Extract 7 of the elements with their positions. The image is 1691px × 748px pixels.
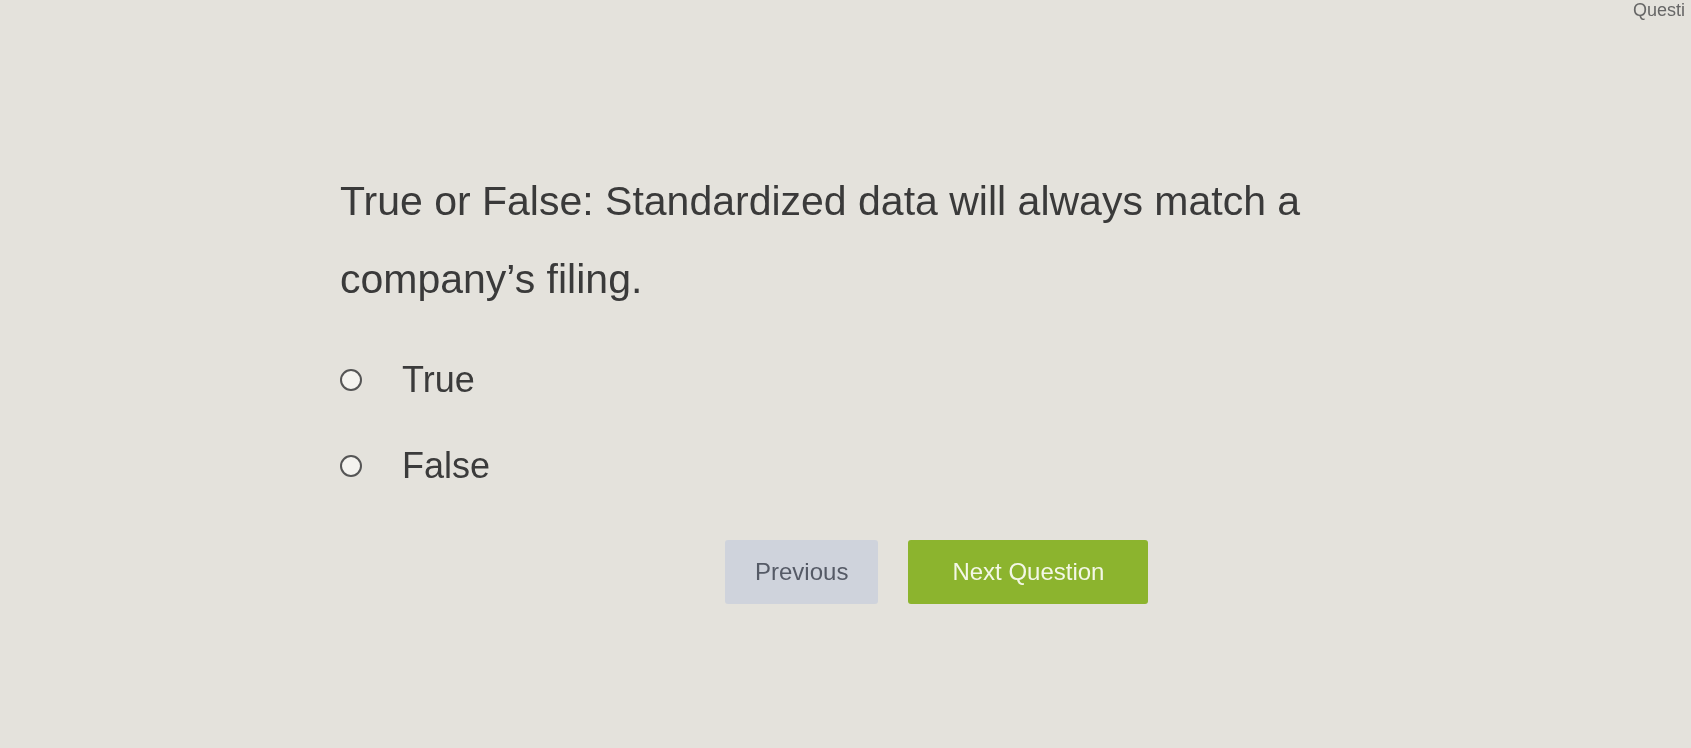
option-label[interactable]: False: [402, 444, 491, 488]
option-label[interactable]: True: [402, 358, 475, 402]
header-label: Questi: [1632, 0, 1685, 22]
question-text: True or False: Standardized data will always match a company’s filing.: [340, 177, 1302, 304]
radio-button[interactable]: [340, 369, 362, 391]
previous-button[interactable]: Previous: [725, 540, 879, 604]
radio-button[interactable]: [340, 455, 362, 477]
